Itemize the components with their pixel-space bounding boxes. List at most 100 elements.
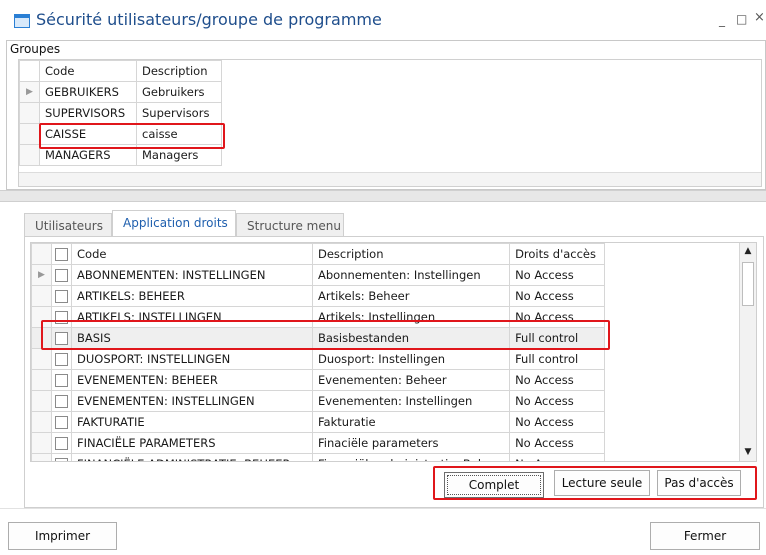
rights-col-code[interactable]: Code bbox=[71, 243, 313, 265]
group-description[interactable]: Gebruikers bbox=[136, 81, 222, 103]
right-code[interactable]: FINACIËLE PARAMETERS bbox=[71, 432, 313, 454]
row-indicator bbox=[31, 390, 52, 412]
tab-structure-menu[interactable]: Structure menu bbox=[236, 213, 344, 237]
right-description[interactable]: Evenementen: Instellingen bbox=[311, 390, 511, 412]
row-checkbox[interactable] bbox=[51, 348, 72, 370]
scroll-thumb[interactable] bbox=[742, 262, 754, 306]
right-access[interactable]: No Access bbox=[509, 369, 606, 391]
row-indicator bbox=[31, 306, 52, 328]
group-description[interactable]: Supervisors bbox=[136, 102, 222, 124]
complet-button[interactable]: Complet bbox=[444, 472, 544, 498]
rights-row[interactable]: DUOSPORT: INSTELLINGEN Duosport: Instell… bbox=[31, 348, 606, 370]
right-description[interactable]: Evenementen: Beheer bbox=[311, 369, 511, 391]
rights-row[interactable]: EVENEMENTEN: INSTELLINGEN Evenementen: I… bbox=[31, 390, 606, 412]
rights-col-description[interactable]: Description bbox=[311, 243, 511, 265]
groups-row[interactable]: MANAGERS Managers bbox=[19, 144, 222, 166]
pas-acces-button[interactable]: Pas d'accès bbox=[657, 470, 741, 496]
right-description[interactable]: Basisbestanden bbox=[311, 327, 511, 349]
row-checkbox[interactable] bbox=[51, 285, 72, 307]
right-code[interactable]: ARTIKELS: BEHEER bbox=[71, 285, 313, 307]
row-checkbox[interactable] bbox=[51, 327, 72, 349]
groups-col-code[interactable]: Code bbox=[39, 60, 137, 82]
groups-header-row: Code Description bbox=[19, 60, 222, 82]
row-checkbox[interactable] bbox=[51, 264, 72, 286]
groups-grid[interactable]: Code Description ▶ GEBRUIKERS Gebruikers… bbox=[18, 59, 762, 187]
groups-row[interactable]: SUPERVISORS Supervisors bbox=[19, 102, 222, 124]
right-access[interactable]: No Access bbox=[509, 411, 606, 433]
rights-row[interactable]: ▶ ABONNEMENTEN: INSTELLINGEN Abonnemente… bbox=[31, 264, 606, 286]
row-checkbox[interactable] bbox=[51, 453, 72, 461]
lecture-seule-button[interactable]: Lecture seule bbox=[554, 470, 650, 496]
rights-row[interactable]: FAKTURATIE Fakturatie No Access bbox=[31, 411, 606, 433]
close-window-button[interactable]: × bbox=[754, 11, 765, 25]
group-description[interactable]: Managers bbox=[136, 144, 222, 166]
rights-row-basis[interactable]: BASIS Basisbestanden Full control bbox=[31, 327, 606, 349]
rights-scrollbar[interactable]: ▲ ▼ bbox=[739, 243, 756, 461]
right-code[interactable]: ARTIKELS: INSTELLINGEN bbox=[71, 306, 313, 328]
groups-col-description[interactable]: Description bbox=[136, 60, 222, 82]
group-code[interactable]: SUPERVISORS bbox=[39, 102, 137, 124]
footer-divider bbox=[0, 508, 766, 509]
right-description[interactable]: Fakturatie bbox=[311, 411, 511, 433]
current-row-indicator-icon: ▶ bbox=[19, 81, 40, 103]
row-checkbox[interactable] bbox=[51, 369, 72, 391]
row-checkbox[interactable] bbox=[51, 411, 72, 433]
security-window: Sécurité utilisateurs/groupe de programm… bbox=[0, 0, 766, 555]
groups-row[interactable]: ▶ GEBRUIKERS Gebruikers bbox=[19, 81, 222, 103]
row-checkbox[interactable] bbox=[51, 306, 72, 328]
window-icon bbox=[14, 14, 30, 28]
rights-row[interactable]: EVENEMENTEN: BEHEER Evenementen: Beheer … bbox=[31, 369, 606, 391]
rights-row[interactable]: ARTIKELS: INSTELLINGEN Artikels: Instell… bbox=[31, 306, 606, 328]
group-code[interactable]: MANAGERS bbox=[39, 144, 137, 166]
right-code[interactable]: BASIS bbox=[71, 327, 313, 349]
right-description[interactable]: Artikels: Beheer bbox=[311, 285, 511, 307]
right-code[interactable]: DUOSPORT: INSTELLINGEN bbox=[71, 348, 313, 370]
rights-row[interactable]: FINACIËLE PARAMETERS Finaciële parameter… bbox=[31, 432, 606, 454]
row-indicator bbox=[19, 144, 40, 166]
tab-application-droits[interactable]: Application droits bbox=[112, 210, 236, 237]
right-description[interactable]: Abonnementen: Instellingen bbox=[311, 264, 511, 286]
tab-utilisateurs[interactable]: Utilisateurs bbox=[24, 213, 112, 237]
right-description[interactable]: Financiële administratie: Beheer bbox=[311, 453, 511, 461]
right-access[interactable]: No Access bbox=[509, 390, 606, 412]
maximize-button[interactable]: □ bbox=[736, 12, 747, 26]
group-description[interactable]: caisse bbox=[136, 123, 222, 145]
minimize-button[interactable]: _ bbox=[719, 13, 725, 27]
rights-col-access[interactable]: Droits d'accès bbox=[509, 243, 606, 265]
group-code[interactable]: CAISSE bbox=[39, 123, 137, 145]
select-all-checkbox[interactable] bbox=[51, 243, 72, 265]
row-checkbox[interactable] bbox=[51, 390, 72, 412]
right-access[interactable]: No Access bbox=[509, 306, 606, 328]
row-indicator bbox=[31, 327, 52, 349]
right-description[interactable]: Artikels: Instellingen bbox=[311, 306, 511, 328]
right-code[interactable]: EVENEMENTEN: INSTELLINGEN bbox=[71, 390, 313, 412]
right-description[interactable]: Duosport: Instellingen bbox=[311, 348, 511, 370]
row-indicator bbox=[31, 411, 52, 433]
right-description[interactable]: Finaciële parameters bbox=[311, 432, 511, 454]
right-access[interactable]: No Access bbox=[509, 285, 606, 307]
rights-row[interactable]: FINANCIËLE ADMINISTRATIE: BEHEER Financi… bbox=[31, 453, 606, 461]
right-code[interactable]: EVENEMENTEN: BEHEER bbox=[71, 369, 313, 391]
close-button[interactable]: Fermer bbox=[650, 522, 760, 550]
right-code[interactable]: ABONNEMENTEN: INSTELLINGEN bbox=[71, 264, 313, 286]
title-bar: Sécurité utilisateurs/groupe de programm… bbox=[0, 0, 766, 40]
right-code[interactable]: FINANCIËLE ADMINISTRATIE: BEHEER bbox=[71, 453, 313, 461]
scroll-up-icon[interactable]: ▲ bbox=[740, 243, 756, 260]
panel-splitter[interactable] bbox=[0, 190, 766, 202]
right-access[interactable]: Full control bbox=[509, 348, 606, 370]
right-code[interactable]: FAKTURATIE bbox=[71, 411, 313, 433]
right-access[interactable]: No Access bbox=[509, 432, 606, 454]
row-indicator bbox=[31, 348, 52, 370]
groups-row-caisse[interactable]: CAISSE caisse bbox=[19, 123, 222, 145]
row-indicator bbox=[31, 285, 52, 307]
row-checkbox[interactable] bbox=[51, 432, 72, 454]
right-access[interactable]: No Access bbox=[509, 264, 606, 286]
rights-grid[interactable]: Code Description Droits d'accès ▶ ABONNE… bbox=[30, 242, 757, 462]
group-code[interactable]: GEBRUIKERS bbox=[39, 81, 137, 103]
print-button[interactable]: Imprimer bbox=[8, 522, 117, 550]
right-access[interactable]: Full control bbox=[509, 327, 606, 349]
right-access[interactable]: No Access bbox=[509, 453, 606, 461]
scroll-down-icon[interactable]: ▼ bbox=[740, 444, 756, 461]
rights-row[interactable]: ARTIKELS: BEHEER Artikels: Beheer No Acc… bbox=[31, 285, 606, 307]
window-title: Sécurité utilisateurs/groupe de programm… bbox=[36, 10, 382, 29]
